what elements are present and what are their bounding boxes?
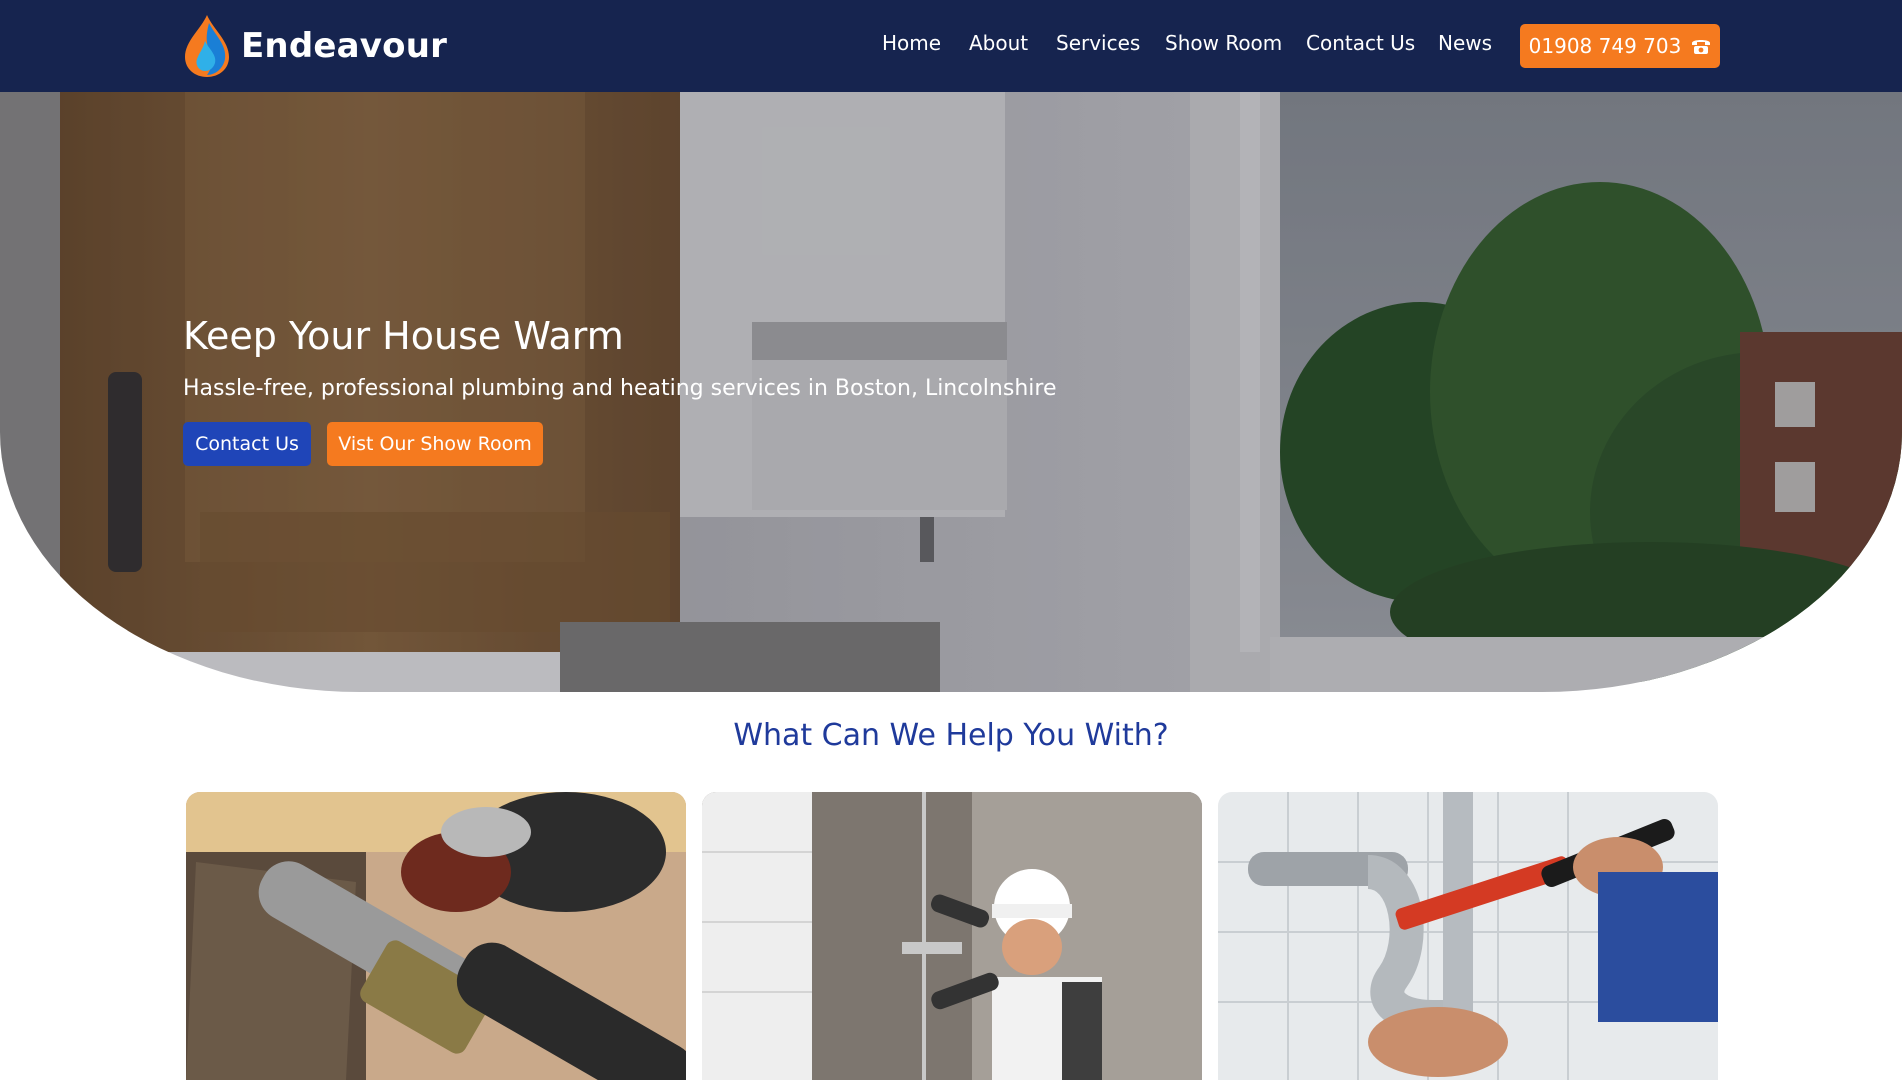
flame-drop-icon [185, 15, 229, 77]
nav-news[interactable]: News [1438, 31, 1492, 55]
nav-services[interactable]: Services [1056, 31, 1140, 55]
nav-contact-us[interactable]: Contact Us [1306, 31, 1415, 55]
visit-show-room-button[interactable]: Vist Our Show Room [327, 422, 543, 466]
brand-name: Endeavour [241, 26, 448, 66]
service-card-plumbing[interactable] [1218, 792, 1718, 1080]
phone-button[interactable]: 01908 749 703 [1520, 24, 1720, 68]
contact-us-button[interactable]: Contact Us [183, 422, 311, 466]
service-card-image [1218, 792, 1718, 1080]
nav-about[interactable]: About [969, 31, 1028, 55]
service-card-image [702, 792, 1202, 1080]
service-card-bathroom[interactable] [702, 792, 1202, 1080]
nav-home[interactable]: Home [882, 31, 941, 55]
services-heading: What Can We Help You With? [733, 718, 1169, 753]
service-card-image [186, 792, 686, 1080]
hero-subtitle: Hassle-free, professional plumbing and h… [183, 376, 1057, 401]
site-header: Endeavour Home About Services Show Room … [0, 0, 1902, 92]
hero-banner: Keep Your House Warm Hassle-free, profes… [0, 92, 1902, 692]
telephone-icon [1692, 40, 1711, 54]
nav-show-room[interactable]: Show Room [1165, 31, 1282, 55]
phone-number: 01908 749 703 [1528, 34, 1682, 58]
service-card-oil-fuel[interactable] [186, 792, 686, 1080]
brand-logo[interactable]: Endeavour [183, 13, 447, 79]
hero-title: Keep Your House Warm [183, 314, 624, 358]
